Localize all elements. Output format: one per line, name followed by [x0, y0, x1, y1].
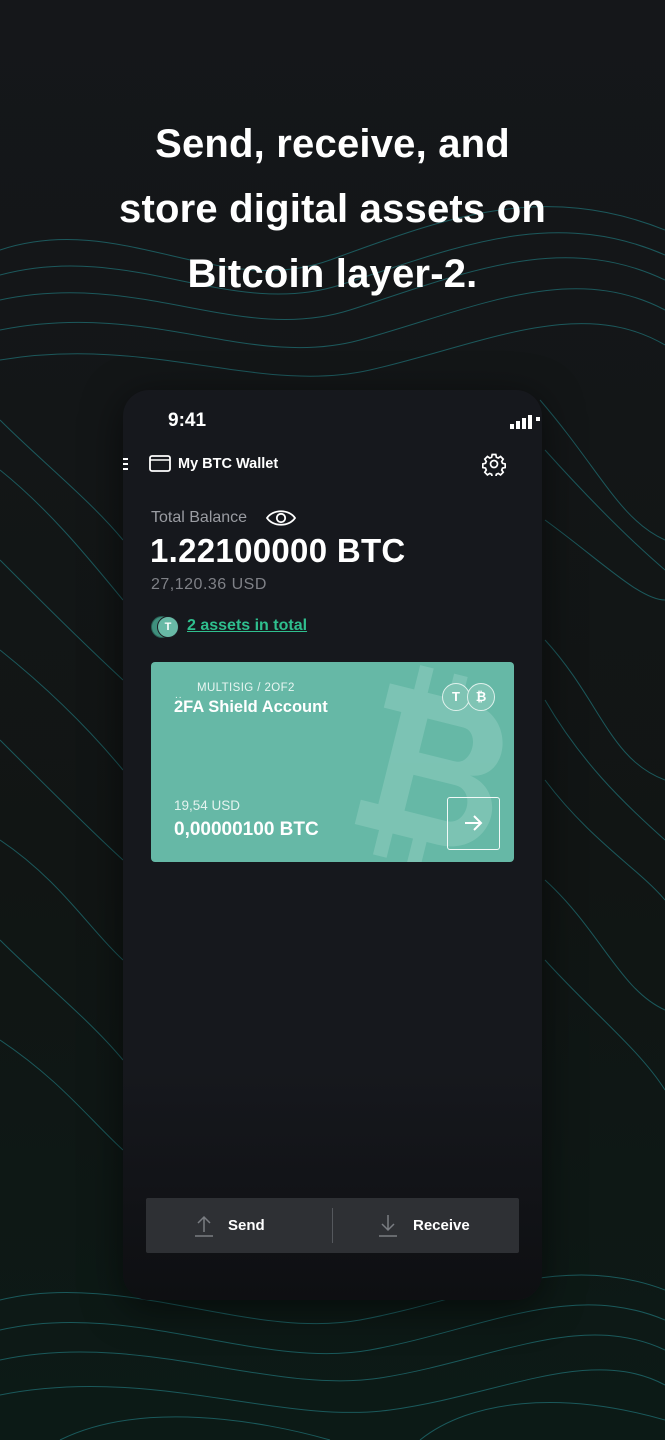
tether-coin-icon: T	[157, 616, 179, 638]
wallet-icon	[149, 455, 171, 472]
account-type: MULTISIG / 2OF2	[197, 682, 295, 694]
status-time: 9:41	[168, 410, 207, 431]
tether-coin-icon: T	[442, 683, 470, 711]
account-card[interactable]: .. MULTISIG / 2OF2 2FA Shield Account T …	[151, 662, 514, 862]
wallet-name[interactable]: My BTC Wallet	[178, 456, 278, 472]
arrow-right-icon	[465, 815, 483, 831]
assets-total-link[interactable]: 2 assets in total	[187, 617, 307, 635]
gear-icon[interactable]	[482, 452, 506, 476]
account-coins: T ₿	[442, 683, 498, 713]
bitcoin-coin-icon: ₿	[467, 683, 495, 711]
action-bar: Send Receive	[146, 1198, 519, 1253]
receive-arrow-down-icon	[379, 1215, 397, 1237]
headline-line-3: Bitcoin layer-2.	[187, 252, 478, 296]
receive-button[interactable]: Receive	[333, 1198, 519, 1253]
promo-headline: Send, receive, and store digital assets …	[0, 112, 665, 307]
phone-screen: 9:41 My BTC Wallet Total Balance 1.22100…	[123, 390, 542, 1300]
menu-icon[interactable]	[123, 458, 129, 470]
send-arrow-up-icon	[195, 1215, 213, 1237]
account-fiat: 19,54 USD	[174, 798, 241, 813]
account-title: 2FA Shield Account	[174, 698, 328, 716]
total-balance-label: Total Balance	[151, 509, 248, 526]
total-balance-amount: 1.22100000 BTC	[150, 532, 406, 569]
headline-line-2: store digital assets on	[119, 187, 546, 231]
headline-line-1: Send, receive, and	[155, 122, 510, 166]
send-label: Send	[228, 1217, 265, 1234]
signal-icon	[510, 415, 540, 429]
send-button[interactable]: Send	[146, 1198, 332, 1253]
bottom-fade	[123, 1070, 542, 1300]
assets-summary[interactable]: T 2 assets in total	[151, 616, 351, 640]
account-amount: 0,00000100 BTC	[174, 819, 319, 840]
total-balance-fiat: 27,120.36 USD	[151, 576, 267, 593]
open-account-button[interactable]	[447, 797, 500, 850]
receive-label: Receive	[413, 1217, 470, 1234]
eye-icon[interactable]	[265, 508, 297, 528]
